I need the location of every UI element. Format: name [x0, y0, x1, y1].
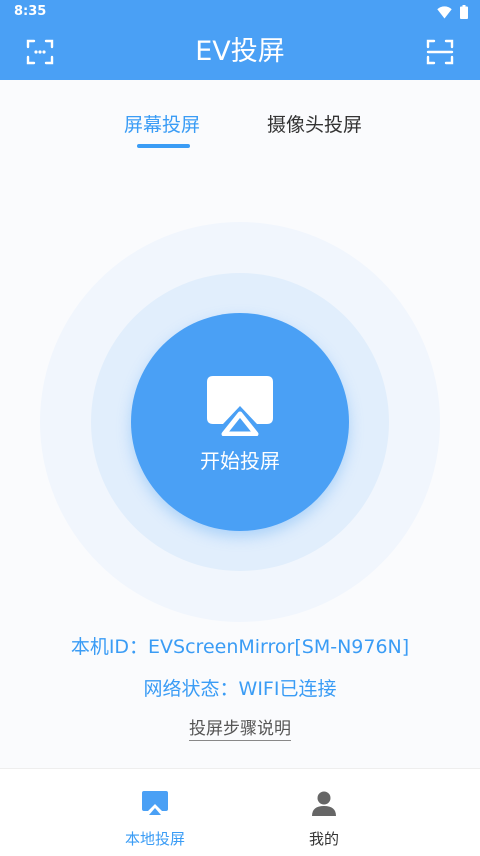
app-bar: EV投屏 [0, 24, 480, 80]
airplay-icon [207, 376, 273, 436]
instructions-link[interactable]: 投屏步骤说明 [189, 719, 291, 741]
status-icons [437, 5, 468, 19]
tab-indicator [137, 144, 190, 148]
status-time: 8:35 [14, 4, 47, 19]
network-status-text: 网络状态：WIFI已连接 [143, 678, 337, 700]
wifi-icon [437, 5, 452, 18]
tab-camera-cast[interactable]: 摄像头投屏 [267, 112, 362, 138]
nav-label-local-cast: 本地投屏 [124, 830, 185, 848]
start-cast-label: 开始投屏 [200, 449, 280, 473]
nav-label-mine: 我的 [308, 830, 339, 848]
start-cast-button[interactable]: 开始投屏 [131, 313, 349, 531]
nav-item-mine[interactable]: 我的 [254, 769, 394, 856]
scan-icon[interactable] [426, 38, 454, 66]
status-bar: 8:35 [0, 0, 480, 24]
device-id-text: 本机ID：EVScreenMirror[SM-N976N] [70, 636, 410, 658]
bottom-nav: 本地投屏 我的 [0, 768, 480, 856]
main-content: 屏幕投屏 摄像头投屏 开始投屏 本机ID：EVScreenMirror[SM-N… [0, 80, 480, 768]
tab-screen-cast[interactable]: 屏幕投屏 [124, 112, 200, 138]
nav-item-local-cast[interactable]: 本地投屏 [85, 769, 225, 856]
battery-icon [460, 5, 468, 19]
screen-cast-icon [142, 791, 168, 815]
person-icon [312, 791, 336, 816]
app-title: EV投屏 [195, 36, 285, 67]
instructions-row: 投屏步骤说明 [0, 717, 480, 741]
